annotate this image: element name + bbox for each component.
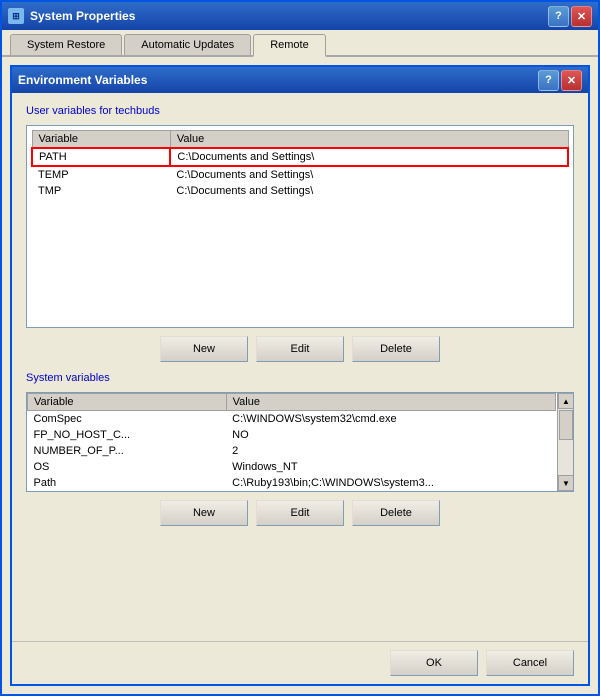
- tab-remote[interactable]: Remote: [253, 34, 326, 57]
- environment-variables-window: Environment Variables ? ✕ User variables…: [10, 65, 590, 686]
- user-row-1-var: TEMP: [32, 166, 170, 183]
- system-variables-box: Variable Value ComSpec C:\WINDOWS\system…: [26, 392, 574, 492]
- sys-row-4-val: C:\Ruby193\bin;C:\WINDOWS\system3...: [226, 475, 555, 491]
- user-table-header: Variable Value: [32, 131, 568, 149]
- inner-titlebar-controls: ? ✕: [538, 70, 582, 91]
- sys-row-0-var: ComSpec: [28, 411, 227, 428]
- sys-row-3-val: Windows_NT: [226, 459, 555, 475]
- outer-title: ⊞ System Properties: [8, 8, 135, 24]
- inner-close-button[interactable]: ✕: [561, 70, 582, 91]
- user-col-value: Value: [170, 131, 568, 149]
- user-row-1-val: C:\Documents and Settings\: [170, 166, 568, 183]
- ok-button[interactable]: OK: [390, 650, 478, 676]
- sys-row-0-val: C:\WINDOWS\system32\cmd.exe: [226, 411, 555, 428]
- scroll-down-arrow[interactable]: ▼: [558, 475, 573, 491]
- system-scrollbar[interactable]: ▲ ▼: [557, 393, 573, 491]
- inner-content: User variables for techbuds Variable Val…: [12, 93, 588, 641]
- user-col-variable: Variable: [32, 131, 170, 149]
- close-button[interactable]: ✕: [571, 6, 592, 27]
- user-variables-table: Variable Value PATH C:\Documents and Set…: [31, 130, 569, 199]
- user-buttons-row: New Edit Delete: [26, 336, 574, 362]
- outer-titlebar-controls: ? ✕: [548, 6, 592, 27]
- sys-row-1-val: NO: [226, 427, 555, 443]
- system-variables-section: System variables Variable Value: [26, 372, 574, 629]
- table-row[interactable]: TMP C:\Documents and Settings\: [32, 183, 568, 199]
- window-icon: ⊞: [8, 8, 24, 24]
- help-button[interactable]: ?: [548, 6, 569, 27]
- table-row[interactable]: FP_NO_HOST_C... NO: [28, 427, 556, 443]
- table-row[interactable]: Path C:\Ruby193\bin;C:\WINDOWS\system3..…: [28, 475, 556, 491]
- system-edit-button[interactable]: Edit: [256, 500, 344, 526]
- sys-row-1-var: FP_NO_HOST_C...: [28, 427, 227, 443]
- tab-automatic-updates[interactable]: Automatic Updates: [124, 34, 251, 55]
- user-new-button[interactable]: New: [160, 336, 248, 362]
- table-row[interactable]: PATH C:\Documents and Settings\: [32, 148, 568, 166]
- outer-content: Environment Variables ? ✕ User variables…: [2, 57, 598, 694]
- scroll-thumb[interactable]: [559, 410, 573, 440]
- user-row-0-var: PATH: [32, 148, 170, 166]
- table-row[interactable]: ComSpec C:\WINDOWS\system32\cmd.exe: [28, 411, 556, 428]
- sys-row-2-var: NUMBER_OF_P...: [28, 443, 227, 459]
- sys-row-3-var: OS: [28, 459, 227, 475]
- system-delete-button[interactable]: Delete: [352, 500, 440, 526]
- outer-titlebar: ⊞ System Properties ? ✕: [2, 2, 598, 30]
- user-row-2-val: C:\Documents and Settings\: [170, 183, 568, 199]
- outer-tabs: System Restore Automatic Updates Remote: [2, 30, 598, 57]
- sys-col-variable: Variable: [28, 394, 227, 411]
- table-row[interactable]: OS Windows_NT: [28, 459, 556, 475]
- table-row[interactable]: TEMP C:\Documents and Settings\: [32, 166, 568, 183]
- user-edit-button[interactable]: Edit: [256, 336, 344, 362]
- sys-col-value: Value: [226, 394, 555, 411]
- sys-row-2-val: 2: [226, 443, 555, 459]
- system-new-button[interactable]: New: [160, 500, 248, 526]
- tab-system-restore[interactable]: System Restore: [10, 34, 122, 55]
- user-variables-section: User variables for techbuds Variable Val…: [26, 105, 574, 362]
- system-variables-table: Variable Value ComSpec C:\WINDOWS\system…: [27, 393, 556, 491]
- inner-titlebar: Environment Variables ? ✕: [12, 67, 588, 93]
- inner-title-text: Environment Variables: [18, 73, 147, 87]
- system-section-label: System variables: [26, 372, 574, 384]
- user-section-label: User variables for techbuds: [26, 105, 574, 117]
- outer-title-text: System Properties: [30, 9, 135, 23]
- user-delete-button[interactable]: Delete: [352, 336, 440, 362]
- system-properties-window: ⊞ System Properties ? ✕ System Restore A…: [0, 0, 600, 696]
- user-row-2-var: TMP: [32, 183, 170, 199]
- system-table-scroll: Variable Value ComSpec C:\WINDOWS\system…: [27, 393, 573, 491]
- inner-help-button[interactable]: ?: [538, 70, 559, 91]
- table-row[interactable]: NUMBER_OF_P... 2: [28, 443, 556, 459]
- sys-row-4-var: Path: [28, 475, 227, 491]
- user-variables-box: Variable Value PATH C:\Documents and Set…: [26, 125, 574, 328]
- scroll-track: [558, 409, 573, 475]
- user-row-0-val: C:\Documents and Settings\: [170, 148, 568, 166]
- system-table-header: Variable Value: [28, 394, 556, 411]
- bottom-row: OK Cancel: [12, 641, 588, 684]
- system-buttons-row: New Edit Delete: [26, 500, 574, 526]
- scroll-up-arrow[interactable]: ▲: [558, 393, 573, 409]
- cancel-button[interactable]: Cancel: [486, 650, 574, 676]
